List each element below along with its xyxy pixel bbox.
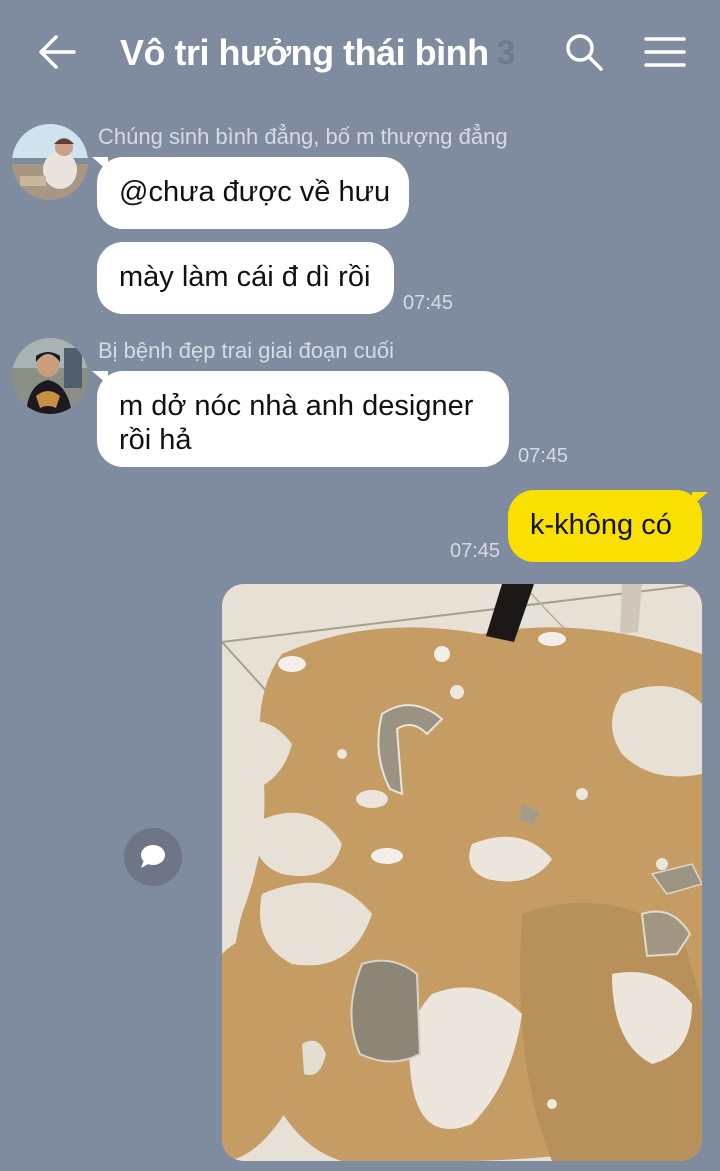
- back-arrow-icon[interactable]: [34, 32, 80, 72]
- message-text: k-không có: [530, 509, 672, 541]
- avatar-sender-2[interactable]: [12, 338, 88, 414]
- message-text-line: rồi hả: [119, 424, 192, 456]
- message-time: 07:45: [403, 292, 454, 314]
- hamburger-menu-icon[interactable]: [642, 32, 688, 72]
- search-icon[interactable]: [562, 30, 606, 74]
- message-bubble[interactable]: m dở nóc nhà anh designer rồi hả: [97, 371, 509, 467]
- member-count: 3: [496, 33, 516, 72]
- bubble-tail: [692, 492, 708, 506]
- message-time: 07:45: [518, 445, 569, 467]
- sender-name: Chúng sinh bình đẳng, bố m thượng đẳng: [98, 124, 508, 149]
- chat-title-group[interactable]: Vô tri hưởng thái bình 3: [120, 26, 516, 80]
- message-text: @chưa được về hưu: [119, 176, 391, 208]
- sender-name: Bị bệnh đẹp trai giai đoạn cuối: [98, 338, 394, 363]
- outgoing-message-bubble[interactable]: k-không có: [508, 490, 702, 562]
- message-bubble[interactable]: mày làm cái đ dì rồi: [97, 242, 394, 314]
- chat-header: Vô tri hưởng thái bình 3: [0, 0, 720, 105]
- image-message[interactable]: [222, 584, 702, 1161]
- avatar-sender-1[interactable]: [12, 124, 88, 200]
- chat-title: Vô tri hưởng thái bình: [120, 32, 489, 73]
- message-time: 07:45: [450, 540, 501, 562]
- message-bubble[interactable]: @chưa được về hưu: [97, 157, 409, 229]
- message-text: mày làm cái đ dì rồi: [119, 261, 371, 293]
- speech-bubble-icon: [141, 845, 165, 868]
- share-button[interactable]: [124, 828, 182, 886]
- message-text-line: m dở nóc nhà anh designer: [119, 390, 474, 422]
- spilled-drink-photo: [222, 584, 702, 1161]
